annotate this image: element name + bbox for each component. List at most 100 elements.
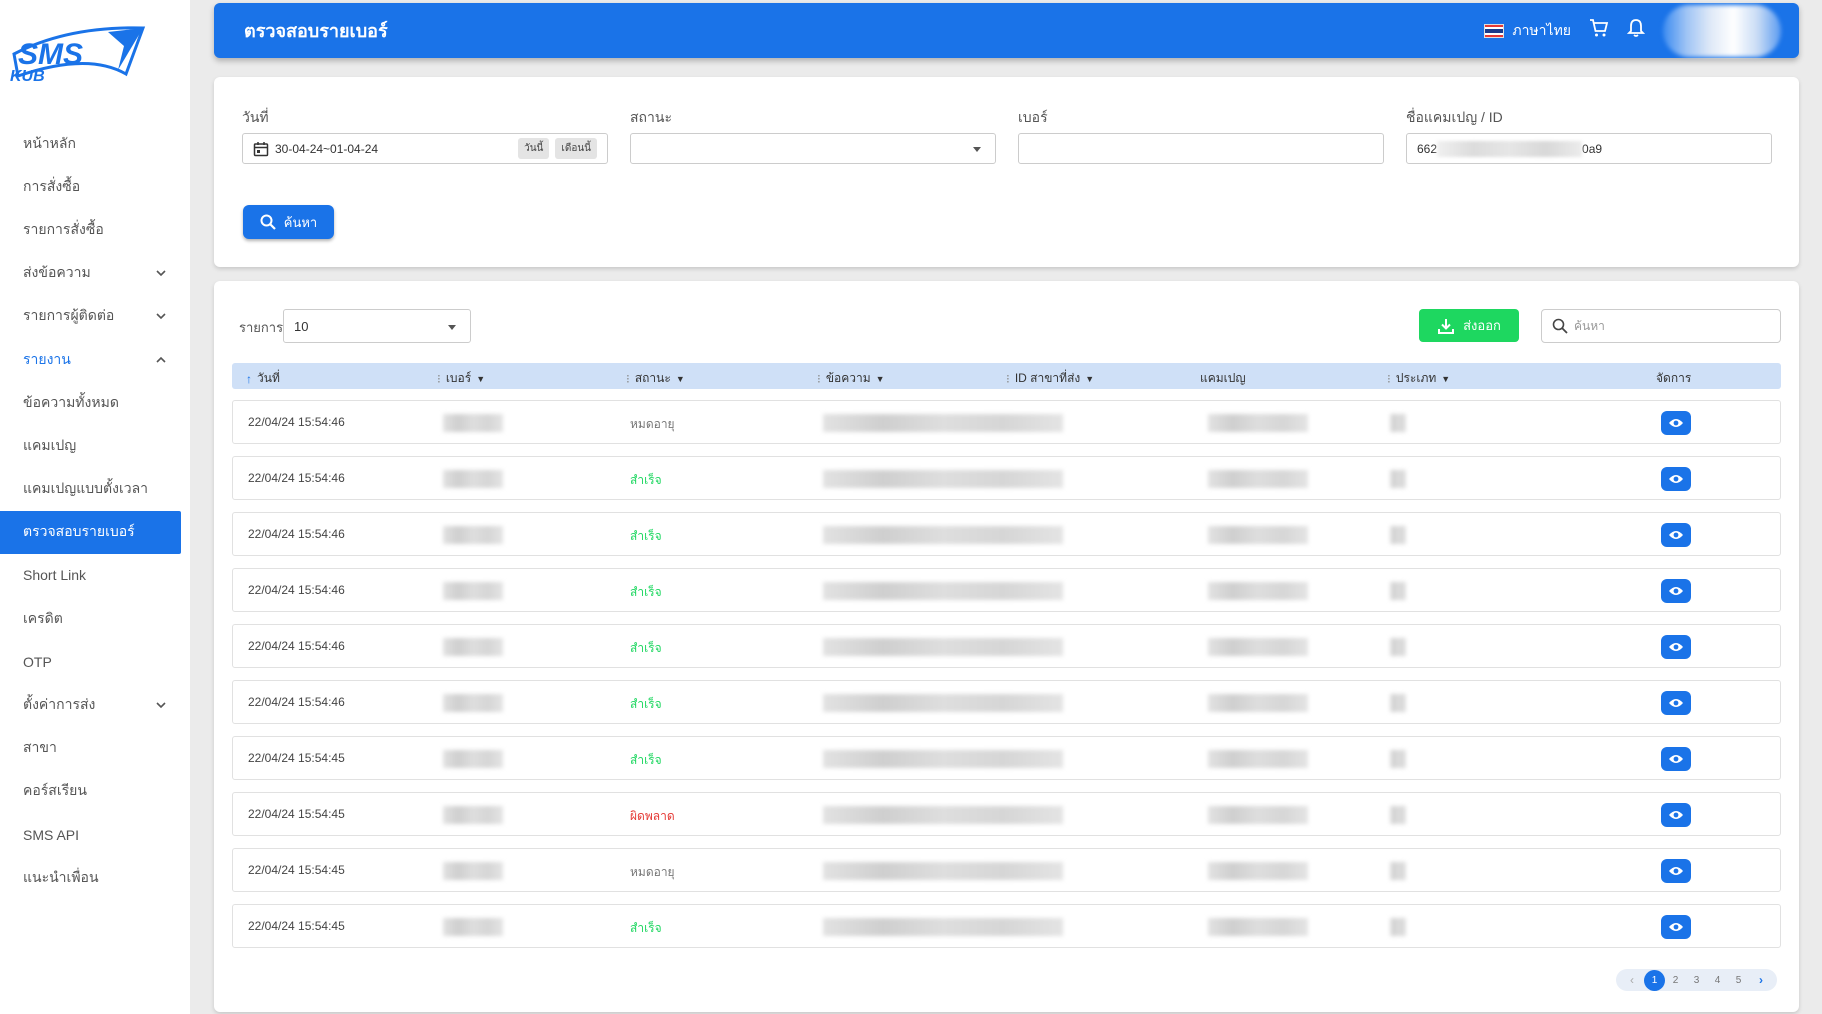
- column-header-label: วันที่: [257, 371, 280, 385]
- view-details-button[interactable]: [1661, 467, 1691, 491]
- sidebar-item-contacts[interactable]: รายการผู้ติดต่อ: [0, 295, 190, 338]
- chevron-up-icon: [154, 353, 168, 367]
- today-button[interactable]: วันนี้: [518, 138, 550, 159]
- page-button-4[interactable]: 4: [1707, 970, 1728, 991]
- search-button-label: ค้นหา: [283, 214, 318, 230]
- export-button[interactable]: ส่งออก: [1419, 309, 1519, 342]
- view-details-button[interactable]: [1661, 635, 1691, 659]
- sidebar-item-sms-api[interactable]: SMS API: [0, 813, 190, 856]
- sidebar-item-label: แคมเปญ: [23, 436, 77, 453]
- row-status: สำเร็จ: [630, 473, 662, 487]
- view-details-button[interactable]: [1661, 747, 1691, 771]
- sidebar-item-orders[interactable]: รายการสั่งซื้อ: [0, 208, 190, 251]
- redacted-message: [823, 806, 1063, 824]
- page-button-3[interactable]: 3: [1686, 970, 1707, 991]
- view-details-button[interactable]: [1661, 859, 1691, 883]
- row-date: 22/04/24 15:54:46: [248, 471, 345, 485]
- eye-icon: [1669, 475, 1683, 483]
- filter-icon[interactable]: ▼: [1441, 374, 1450, 384]
- filter-icon[interactable]: ▼: [876, 374, 885, 384]
- sidebar-item-report[interactable]: รายงาน: [0, 338, 190, 381]
- redacted-message: [823, 414, 1063, 432]
- campaign-label: ชื่อแคมเปญ / ID: [1406, 109, 1503, 125]
- column-header-type[interactable]: ⁝ ประเภท ▼: [1387, 369, 1450, 388]
- user-avatar[interactable]: [1663, 4, 1781, 57]
- redacted-type: [1390, 862, 1406, 880]
- this-month-button[interactable]: เดือนนี้: [555, 138, 597, 159]
- column-header-campaign[interactable]: แคมเปญ: [1200, 369, 1246, 388]
- sidebar-item-check-numbers[interactable]: ตรวจสอบรายเบอร์: [0, 510, 181, 554]
- status-select[interactable]: [630, 133, 996, 164]
- sidebar-item-send-settings[interactable]: ตั้งค่าการส่ง: [0, 683, 190, 726]
- sidebar-item-courses[interactable]: คอร์สเรียน: [0, 770, 190, 813]
- sidebar-item-send-message[interactable]: ส่งข้อความ: [0, 252, 190, 295]
- sidebar-item-label: สาขา: [23, 739, 57, 756]
- prev-page-icon[interactable]: ‹: [1620, 973, 1644, 987]
- redacted-type: [1390, 414, 1406, 432]
- column-header-manage: จัดการ: [1656, 369, 1691, 388]
- rows-per-page-select[interactable]: 10: [283, 309, 471, 343]
- redacted-type: [1390, 526, 1406, 544]
- sidebar-item-scheduled-campaign[interactable]: แคมเปญแบบตั้งเวลา: [0, 468, 190, 511]
- sidebar-item-campaign[interactable]: แคมเปญ: [0, 424, 190, 467]
- search-icon: [1552, 318, 1568, 334]
- next-page-icon[interactable]: ›: [1749, 973, 1773, 987]
- date-range-input[interactable]: 30-04-24~01-04-24 วันนี้ เดือนนี้: [242, 133, 608, 164]
- sidebar-item-purchase[interactable]: การสั่งซื้อ: [0, 165, 190, 208]
- page-button-2[interactable]: 2: [1665, 970, 1686, 991]
- smskub-logo[interactable]: SMS KUB: [8, 24, 146, 85]
- redacted-number: [443, 414, 503, 432]
- row-status: สำเร็จ: [630, 753, 662, 767]
- view-details-button[interactable]: [1661, 915, 1691, 939]
- column-header-message[interactable]: ⁝ ข้อความ ▼: [817, 369, 885, 388]
- redacted-campaign: [1208, 414, 1308, 432]
- sidebar-item-refer-friend[interactable]: แนะนำเพื่อน: [0, 856, 190, 899]
- sidebar-item-short-link[interactable]: Short Link: [0, 554, 190, 597]
- eye-icon: [1669, 755, 1683, 763]
- column-header-status[interactable]: ⁝ สถานะ ▼: [626, 369, 685, 388]
- language-switcher[interactable]: ภาษาไทย: [1484, 20, 1571, 42]
- redacted-campaign: [1208, 918, 1308, 936]
- sidebar-item-home[interactable]: หน้าหลัก: [0, 122, 190, 165]
- redacted-message: [823, 750, 1063, 768]
- view-details-button[interactable]: [1661, 523, 1691, 547]
- filter-icon[interactable]: ▼: [476, 374, 485, 384]
- page-button-1[interactable]: 1: [1644, 969, 1665, 991]
- calendar-icon: [253, 141, 269, 156]
- rows-per-page-value: 10: [294, 319, 309, 334]
- view-details-button[interactable]: [1661, 579, 1691, 603]
- search-icon: [260, 214, 276, 230]
- campaign-input[interactable]: 662 0a9: [1406, 133, 1772, 164]
- campaign-filter: ชื่อแคมเปญ / ID 662 0a9: [1406, 107, 1772, 164]
- sidebar-item-credit[interactable]: เครดิต: [0, 597, 190, 640]
- column-header-number[interactable]: ⁝ เบอร์ ▼: [437, 369, 485, 388]
- redacted-message: [823, 918, 1063, 936]
- sidebar-item-branch[interactable]: สาขา: [0, 727, 190, 770]
- redacted-campaign: [1208, 638, 1308, 656]
- view-details-button[interactable]: [1661, 803, 1691, 827]
- filter-icon[interactable]: ▼: [676, 374, 685, 384]
- table-search-input[interactable]: ค้นหา: [1541, 309, 1781, 343]
- number-filter: เบอร์: [1018, 107, 1384, 164]
- sidebar-item-label: รายการผู้ติดต่อ: [23, 307, 115, 324]
- sidebar-item-label: OTP: [23, 653, 52, 670]
- row-status: สำเร็จ: [630, 529, 662, 543]
- cart-icon[interactable]: [1589, 18, 1609, 43]
- eye-icon: [1669, 419, 1683, 427]
- column-header-date[interactable]: ↑ วันที่: [246, 369, 280, 388]
- column-header-label: ข้อความ: [825, 371, 871, 385]
- number-input[interactable]: [1018, 133, 1384, 164]
- sidebar-item-otp[interactable]: OTP: [0, 640, 190, 683]
- bell-icon[interactable]: [1626, 18, 1646, 43]
- table-search-placeholder: ค้นหา: [1574, 318, 1605, 333]
- sidebar-item-label: ส่งข้อความ: [23, 264, 91, 281]
- view-details-button[interactable]: [1661, 411, 1691, 435]
- chevron-down-icon: [154, 266, 168, 280]
- view-details-button[interactable]: [1661, 691, 1691, 715]
- filter-icon[interactable]: ▼: [1085, 374, 1094, 384]
- search-button[interactable]: ค้นหา: [243, 205, 334, 239]
- sidebar-item-all-messages[interactable]: ข้อความทั้งหมด: [0, 381, 190, 424]
- page-button-5[interactable]: 5: [1728, 970, 1749, 991]
- redacted-type: [1390, 582, 1406, 600]
- column-header-branch-id[interactable]: ⁝ ID สาขาที่ส่ง ▼: [1006, 369, 1094, 388]
